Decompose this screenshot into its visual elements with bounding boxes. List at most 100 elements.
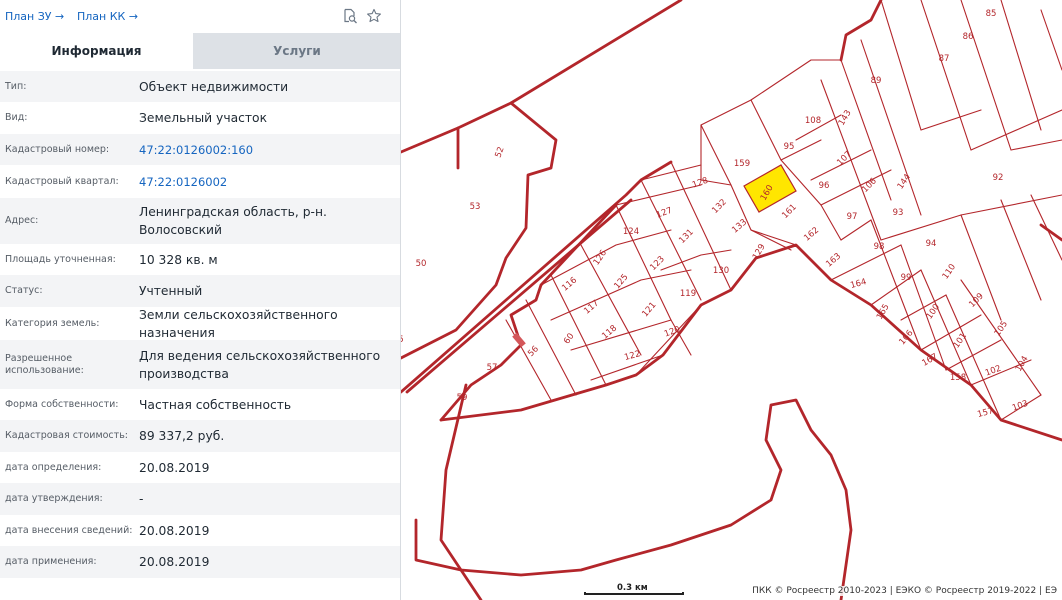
info-row: Адрес: Ленинградская область, р-н. Волосо…: [0, 198, 400, 244]
info-row: Разрешенное использование: Для ведения се…: [0, 340, 400, 389]
plot-label-107: 107: [835, 149, 854, 168]
info-row-label: Статус:: [5, 285, 43, 296]
map-canvas[interactable]: 8586878992108 14395159160107106 14496161 97…: [401, 0, 1062, 600]
top-links-bar: План ЗУ → План КК →: [0, 0, 400, 33]
plot-label-167: 167: [920, 352, 939, 369]
info-row-label: дата внесения сведений:: [5, 524, 133, 536]
tabs: Информация Услуги: [0, 33, 400, 69]
plot-label-85: 85: [986, 9, 997, 19]
plot-label-129: 129: [751, 242, 768, 261]
plot-label-121: 121: [640, 300, 658, 319]
plot-label-102: 102: [984, 364, 1003, 379]
info-row-label: Кадастровый квартал:: [5, 175, 119, 187]
info-row-label: Кадастровая стоимость:: [5, 430, 128, 441]
plot-label-119: 119: [680, 289, 696, 299]
plot-label-116: 116: [560, 275, 579, 293]
info-row-label: дата утверждения:: [5, 493, 103, 504]
star-icon[interactable]: [366, 8, 382, 24]
info-row-label: Форма собственности:: [5, 398, 119, 410]
plot-label-126: 126: [592, 248, 610, 267]
plot-label-96: 96: [819, 181, 830, 191]
plot-label-109: 109: [967, 291, 986, 310]
plan-zu-link[interactable]: План ЗУ →: [5, 10, 64, 23]
plot-label-52: 52: [494, 146, 507, 160]
info-row-label: Вид:: [5, 112, 28, 123]
info-row-value: Земли сельскохозяйственного назначения: [139, 307, 338, 340]
plot-label-124: 124: [623, 227, 639, 237]
info-row-value: 20.08.2019: [139, 523, 210, 538]
plot-label-128: 128: [691, 176, 710, 191]
info-row: Площадь уточненная: 10 328 кв. м: [0, 244, 400, 275]
plot-label-108: 108: [805, 116, 821, 126]
info-row: Кадастровая стоимость: 89 337,2 руб.: [0, 420, 400, 452]
info-row-label: Площадь уточненная:: [5, 253, 116, 265]
info-row-value: Учтенный: [139, 284, 203, 298]
plot-label-86: 86: [963, 32, 974, 42]
info-row: Кадастровый квартал: 47:22:0126002: [0, 165, 400, 198]
property-details: Тип: Объект недвижимости Вид: Земельный уча…: [0, 71, 400, 578]
info-row-label: Адрес:: [5, 215, 39, 226]
plot-label-110: 110: [941, 262, 959, 281]
info-row-label: Тип:: [5, 80, 27, 92]
tab-information[interactable]: Информация: [0, 33, 193, 69]
info-row: Кадастровый номер: 47:22:0126002:160: [0, 134, 400, 165]
info-row-value: Земельный участок: [139, 111, 268, 125]
plot-label-99: 99: [901, 273, 912, 283]
plot-label-93: 93: [893, 208, 904, 218]
info-row-value: 20.08.2019: [139, 555, 210, 569]
plot-label-125: 125: [612, 272, 630, 291]
info-row: Тип: Объект недвижимости: [0, 71, 400, 102]
info-row-link[interactable]: 47:22:0126002:160: [139, 134, 400, 165]
plot-label-5: 5: [401, 335, 404, 345]
plot-label-87: 87: [939, 54, 950, 64]
plot-label-104: 104: [1014, 354, 1031, 373]
info-row-label: Разрешенное использование:: [5, 352, 84, 376]
info-row-value: 89 337,2 руб.: [139, 429, 225, 443]
info-row: дата определения: 20.08.2019: [0, 452, 400, 483]
map-copyright: ПКК © Росреестр 2010-2023 | ЕЭКО © Росре…: [749, 586, 1060, 596]
info-row: дата утверждения: -: [0, 483, 400, 515]
info-row-value: Для ведения сельскохозяйственного произв…: [139, 348, 381, 381]
plot-label-105: 105: [993, 319, 1011, 338]
plot-label-159: 159: [734, 159, 750, 169]
info-row-value: Объект недвижимости: [139, 79, 289, 94]
plot-label-98: 98: [874, 242, 885, 252]
plot-label-56: 56: [526, 344, 541, 359]
plot-label-53: 53: [470, 202, 481, 212]
info-row: Форма собственности: Частная собственност…: [0, 389, 400, 420]
plot-label-97: 97: [847, 212, 858, 222]
cadastral-map[interactable]: 85 86 87 89 92 108 143 95 159 160 107 106 144 96 161 97…: [401, 0, 1062, 600]
info-row: Вид: Земельный участок: [0, 102, 400, 134]
plot-label-117: 117: [582, 298, 601, 316]
plot-label-130: 130: [713, 266, 729, 276]
plot-label-164: 164: [849, 277, 867, 291]
plot-label-103: 103: [1011, 399, 1030, 414]
plot-label-132: 132: [710, 197, 729, 216]
info-row-label: Категория земель:: [5, 317, 100, 329]
plot-label-50: 50: [416, 259, 427, 269]
info-row-link[interactable]: 47:22:0126002: [139, 165, 400, 198]
info-row-value: Ленинградская область, р-н. Волосовский: [139, 205, 327, 237]
info-row-label: дата определения:: [5, 461, 102, 473]
plot-label-165: 165: [875, 302, 892, 321]
plot-label-131: 131: [677, 227, 696, 246]
plot-label-94: 94: [926, 239, 937, 249]
plot-label-144: 144: [896, 172, 914, 191]
plot-label-60: 60: [562, 332, 576, 347]
info-row: дата применения: 20.08.2019: [0, 546, 400, 578]
info-row-value: 10 328 кв. м: [139, 252, 218, 267]
info-row: дата внесения сведений: 20.08.2019: [0, 515, 400, 546]
plot-label-120: 120: [663, 325, 682, 340]
info-row-label: дата применения:: [5, 556, 97, 567]
plot-label-157: 157: [976, 406, 994, 420]
plan-kk-link[interactable]: План КК →: [77, 10, 138, 23]
plot-label-122: 122: [623, 349, 641, 363]
info-row-value: 20.08.2019: [139, 460, 210, 475]
plot-label-158: 158: [950, 373, 966, 383]
plot-label-118: 118: [600, 323, 619, 341]
plot-label-92: 92: [993, 173, 1004, 183]
tab-services[interactable]: Услуги: [193, 33, 400, 69]
search-doc-icon[interactable]: [342, 8, 358, 24]
scale-bar: [584, 592, 684, 595]
plot-label-89: 89: [871, 76, 882, 86]
